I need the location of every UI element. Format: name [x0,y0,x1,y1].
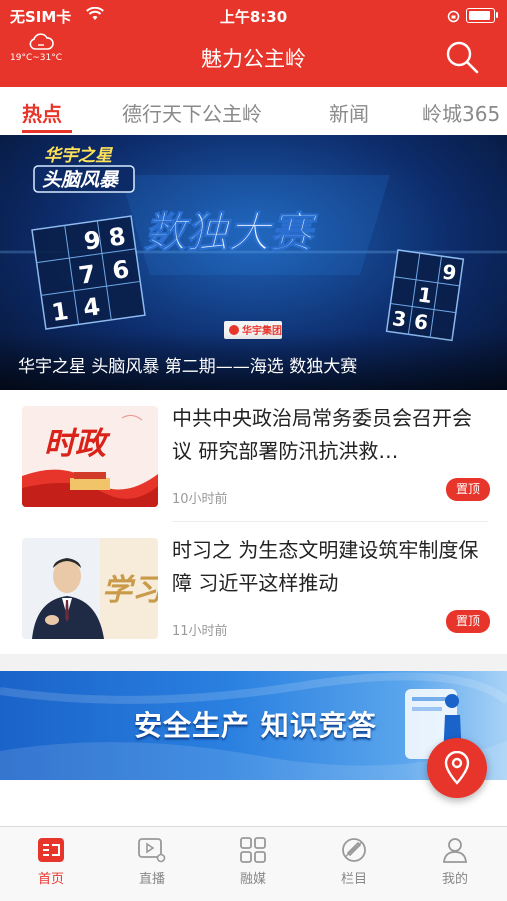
location-fab[interactable] [427,738,487,798]
status-bar: 无SIM卡 上午8:30 [0,0,507,30]
category-tabs: 热点 德行天下公主岭 新闻 岭城365 [0,87,507,135]
news-item[interactable]: 时政 中共中央政治局常务委员会召开会议 研究部署防汛抗洪救… 10小时前 置顶 [0,390,507,522]
nav-label: 栏目 [340,872,367,887]
news-title: 时习之 为生态文明建设筑牢制度保障 习近平这样推动 [172,538,479,595]
banner-caption: 华宇之星 头脑风暴 第二期——海选 数独大赛 [0,332,507,390]
news-title: 中共中央政治局常务委员会召开会议 研究部署防汛抗洪救… [172,406,472,463]
banner-logo: 华宇之星 头脑风暴 [33,146,135,193]
logo-line-1: 华宇之星 [44,146,114,166]
banner-headline: 数独大赛 [144,208,319,257]
thumb-text: 学习 [102,573,158,608]
page-title: 魅力公主岭 [201,47,306,71]
nav-label: 我的 [441,872,468,887]
pinned-badge: 置顶 [446,478,490,501]
news-time: 11小时前 [172,624,228,639]
status-time: 上午8:30 [219,8,288,26]
location-pin-icon [444,751,470,785]
news-thumbnail: 时政 [22,406,158,507]
nav-label: 融媒 [239,872,266,887]
nav-rongmei[interactable]: 融媒 [223,837,283,887]
news-thumbnail: 学习 [22,538,158,639]
ad-headline: 安全生产 知识竞答 [134,709,377,742]
grid-icon [240,837,266,863]
banner-caption-text: 华宇之星 头脑风暴 第二期——海选 数独大赛 [18,357,358,377]
news-time: 10小时前 [172,492,228,507]
app-header: 无SIM卡 上午8:30 19°C~31°C 魅力公主岭 [0,0,507,87]
nav-columns[interactable]: 栏目 [324,837,384,887]
news-list: 时政 中共中央政治局常务委员会召开会议 研究部署防汛抗洪救… 10小时前 置顶 … [0,390,507,654]
news-item[interactable]: 学习 时习之 为生态文明建设筑牢制度保障 习近平这样推动 11小时前 置顶 [0,522,507,654]
battery-icon [466,8,495,23]
orientation-lock-icon [447,9,460,27]
thumb-text: 时政 [44,426,111,462]
nav-home[interactable]: 首页 [21,837,81,887]
battery-tip [496,12,498,18]
live-play-icon [138,838,166,863]
user-icon [443,838,467,863]
tab-hot[interactable]: 热点 [22,98,62,127]
nav-label: 直播 [138,872,165,887]
tab-news[interactable]: 新闻 [329,98,369,127]
banner-carousel[interactable]: 9 8 7 6 1 4 9 1 3 6 华宇之星 头脑风暴 数独大赛 华宇集团 … [0,135,507,390]
bottom-nav: 首页 直播 融媒 栏目 我的 [0,826,507,901]
search-icon [446,41,479,74]
nav-label: 首页 [37,872,64,887]
home-news-icon [38,838,64,862]
logo-line-2: 头脑风暴 [42,169,120,191]
column-icon [342,838,366,862]
nav-mine[interactable]: 我的 [425,837,485,887]
content-spacer [0,780,507,826]
active-tab-indicator [22,130,72,133]
tab-dexing-gongzhuling[interactable]: 德行天下公主岭 [122,98,262,127]
tab-lingcheng-365[interactable]: 岭城365 [422,98,500,127]
pinned-badge: 置顶 [446,610,490,633]
search-button[interactable] [443,38,481,76]
nav-live[interactable]: 直播 [122,837,182,887]
